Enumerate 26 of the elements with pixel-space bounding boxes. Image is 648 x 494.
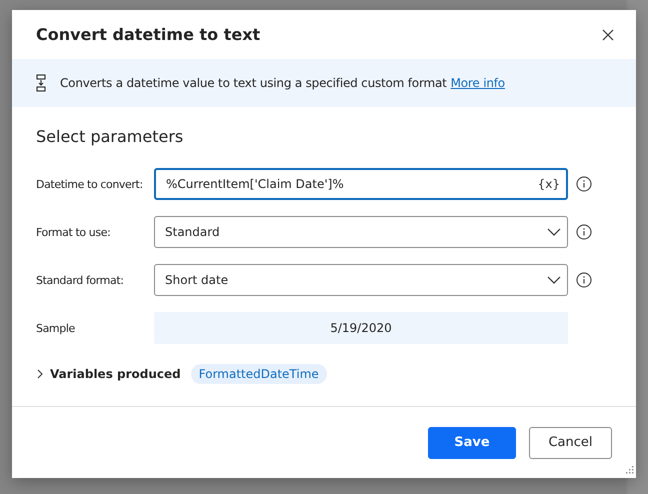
variable-button[interactable]: {x} xyxy=(538,177,560,191)
variable-chip[interactable]: FormattedDateTime xyxy=(190,364,327,384)
sample-value: 5/19/2020 xyxy=(154,312,568,344)
chevron-down-icon xyxy=(547,228,561,236)
field-label: Standard format: xyxy=(36,274,124,286)
close-button[interactable] xyxy=(600,26,616,42)
info-icon[interactable] xyxy=(576,224,592,240)
field-label: Sample xyxy=(36,322,75,334)
info-icon[interactable] xyxy=(576,176,592,192)
format-dropdown[interactable]: Short date xyxy=(154,264,568,296)
dialog-title: Convert datetime to text xyxy=(36,25,260,44)
more-info-link[interactable]: More info xyxy=(450,76,505,90)
section-title: Select parameters xyxy=(36,127,184,146)
chevron-down-icon xyxy=(547,276,561,284)
cancel-button[interactable]: Cancel xyxy=(529,426,612,458)
action-description: Converts a datetime value to text using a specified custom format More info xyxy=(60,76,505,90)
convert-icon xyxy=(36,74,46,92)
variables-label: Variables produced xyxy=(50,367,181,381)
format-dropdown[interactable]: Standard xyxy=(154,216,568,248)
datetime-input-field[interactable]: %CurrentItem['Claim Date']% {x} xyxy=(154,168,568,200)
resize-grip-icon[interactable] xyxy=(624,466,634,476)
info-icon[interactable] xyxy=(576,272,592,288)
save-button[interactable]: Save xyxy=(428,426,516,458)
field-label: Datetime to convert: xyxy=(36,178,143,190)
field-label: Format to use: xyxy=(36,226,110,238)
chevron-right-icon[interactable] xyxy=(36,369,44,379)
